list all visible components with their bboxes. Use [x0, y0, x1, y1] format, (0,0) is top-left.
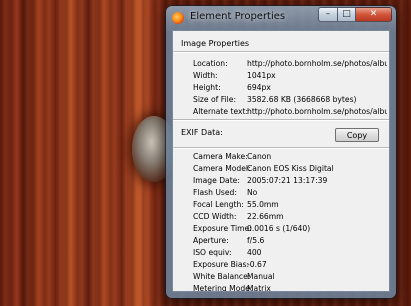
property-row: ISO equiv: 400 — [181, 247, 389, 259]
property-value: 3582.68 KB (3668668 bytes) — [247, 95, 357, 104]
property-label: Focal Length: — [193, 200, 244, 209]
property-label: Metering Mode: — [193, 284, 253, 292]
property-label: ISO equiv: — [193, 248, 232, 257]
property-value: 0.0016 s (1/640) — [247, 224, 311, 233]
property-value: Canon EOS Kiss Digital — [247, 164, 334, 173]
minimize-button[interactable]: – — [318, 7, 338, 22]
property-row: Aperture: f/5.6 — [181, 235, 389, 247]
property-label: Aperture: — [193, 236, 229, 245]
property-label: Location: — [193, 59, 228, 68]
divider — [173, 119, 389, 121]
property-row: Exposure Bias: -0.67 — [181, 259, 389, 271]
property-value: 22.66mm — [247, 212, 284, 221]
property-row: Location: http://photo.bornholm.se/photos… — [181, 58, 389, 70]
title-bar[interactable]: Element Properties – □ ✕ — [166, 6, 396, 30]
property-value: Canon — [247, 152, 272, 161]
property-value: Manual — [247, 272, 275, 281]
divider — [173, 147, 389, 149]
property-value: http://photo.bornholm.se/photos/albuml — [247, 59, 387, 68]
property-row: CCD Width: 22.66mm — [181, 211, 389, 223]
property-value: -0.67 — [247, 260, 267, 269]
property-value: 55.0mm — [247, 200, 279, 209]
property-label: Height: — [193, 83, 221, 92]
maximize-button[interactable]: □ — [338, 7, 356, 22]
property-row: Alternate text: http://photo.bornholm.se/… — [181, 106, 389, 118]
divider — [173, 51, 389, 53]
property-value: 1041px — [247, 71, 276, 80]
dialog-body: Image Properties Location: http://photo.b… — [172, 30, 390, 292]
property-value: No — [247, 188, 258, 197]
firefox-icon — [172, 12, 184, 24]
property-label: Camera Model: — [193, 164, 251, 173]
property-row: Metering Mode: Matrix — [181, 283, 389, 292]
copy-button[interactable]: Copy — [335, 128, 379, 142]
property-row: Height: 694px — [181, 82, 389, 94]
element-properties-window: Element Properties – □ ✕ Image Propertie… — [166, 6, 396, 298]
property-value: http://photo.bornholm.se/photos/albuml — [247, 107, 387, 116]
exif-data-list: Camera Make: Canon Camera Model: Canon EOS … — [181, 151, 389, 292]
property-label: Exposure Time: — [193, 224, 252, 233]
property-row: White Balance: Manual — [181, 271, 389, 283]
property-row: Camera Model: Canon EOS Kiss Digital — [181, 163, 389, 175]
property-label: CCD Width: — [193, 212, 237, 221]
caption-buttons: – □ ✕ — [318, 7, 392, 22]
property-label: Width: — [193, 71, 218, 80]
property-label: White Balance: — [193, 272, 251, 281]
property-label: Image Date: — [193, 176, 240, 185]
property-value: Matrix — [247, 284, 271, 292]
property-row: Width: 1041px — [181, 70, 389, 82]
close-button[interactable]: ✕ — [356, 7, 392, 22]
window-title: Element Properties — [190, 11, 286, 22]
image-properties-heading: Image Properties — [181, 39, 250, 48]
property-value: f/5.6 — [247, 236, 265, 245]
property-row: Flash Used: No — [181, 187, 389, 199]
property-value: 400 — [247, 248, 262, 257]
property-label: Size of File: — [193, 95, 236, 104]
property-row: Image Date: 2005:07:21 13:17:39 — [181, 175, 389, 187]
property-label: Flash Used: — [193, 188, 237, 197]
property-label: Alternate text: — [193, 107, 249, 116]
property-label: Exposure Bias: — [193, 260, 250, 269]
property-value: 694px — [247, 83, 271, 92]
property-value: 2005:07:21 13:17:39 — [247, 176, 328, 185]
image-properties-list: Location: http://photo.bornholm.se/photos… — [181, 58, 389, 118]
property-row: Exposure Time: 0.0016 s (1/640) — [181, 223, 389, 235]
exif-data-heading: EXIF Data: — [181, 128, 223, 137]
property-row: Size of File: 3582.68 KB (3668668 bytes) — [181, 94, 389, 106]
property-row: Camera Make: Canon — [181, 151, 389, 163]
property-label: Camera Make: — [193, 152, 248, 161]
property-row: Focal Length: 55.0mm — [181, 199, 389, 211]
